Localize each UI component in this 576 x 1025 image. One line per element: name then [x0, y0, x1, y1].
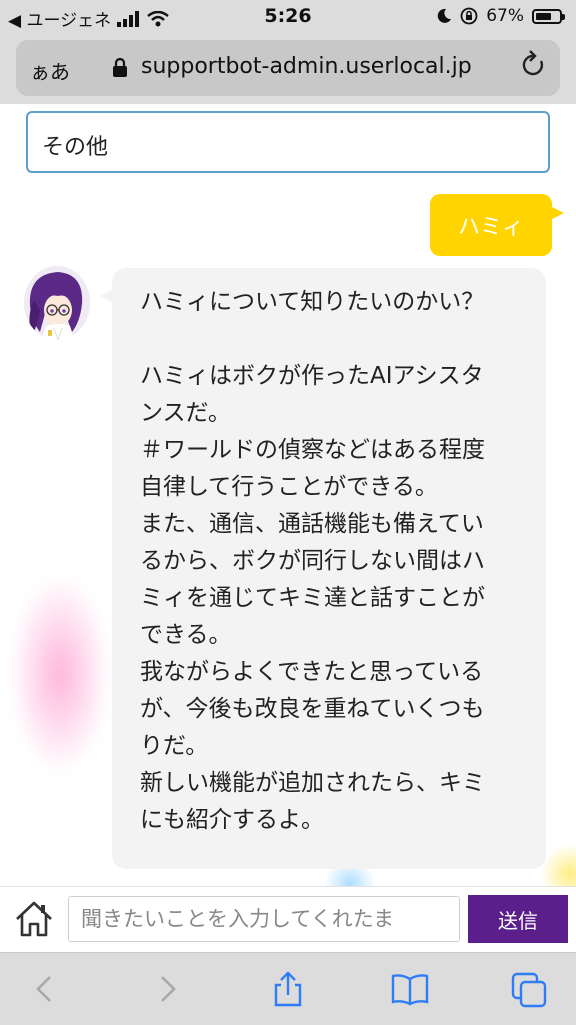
bookmarks-button[interactable] — [390, 971, 429, 1007]
chevron-right-icon — [161, 976, 176, 1002]
message-input-bar: 送信 — [0, 886, 576, 953]
bot-message-line: 新しい機能が追加されたら、キミ — [140, 770, 485, 796]
moon-icon — [437, 8, 452, 23]
user-message-text: ハミィ — [457, 215, 524, 240]
bot-message-line: また、通信、通話機能も備えてい — [140, 511, 484, 537]
bot-message-line: ＃ワールドの偵察などはある程度 — [140, 437, 485, 463]
status-bar: ◀ ユージェネ 5:26 67% — [0, 0, 576, 34]
browser-address-area: ぁあ supportbot-admin.userlocal.jp — [0, 34, 576, 104]
bot-message-line — [140, 321, 522, 358]
chat-page: その他 ハミィ ハミィについて知りたいのかい？ ハミィはボクが作ったAIアシスタ… — [0, 104, 576, 886]
chevron-left-icon — [36, 976, 51, 1002]
tabs-icon — [511, 972, 547, 1008]
message-input[interactable] — [68, 896, 460, 942]
share-icon — [274, 971, 302, 1007]
lock-icon — [112, 57, 128, 83]
bot-message-text: ハミィについて知りたいのかい？ ハミィはボクが作ったAIアシスタ ンスだ。 ＃ワール… — [140, 284, 522, 839]
background-decoration — [10, 574, 110, 774]
bot-avatar — [24, 266, 90, 340]
battery-icon — [532, 8, 565, 24]
bot-message-bubble: ハミィについて知りたいのかい？ ハミィはボクが作ったAIアシスタ ンスだ。 ＃ワール… — [100, 268, 546, 869]
reload-icon[interactable] — [520, 50, 546, 87]
book-icon — [391, 974, 429, 1006]
back-button[interactable] — [28, 971, 64, 1007]
text-size-button[interactable]: ぁあ — [30, 56, 70, 85]
bot-message-line: できる。 — [140, 622, 232, 648]
bot-message-line: ンスだ。 — [140, 400, 231, 426]
bot-message-line: にも紹介するよ。 — [140, 807, 324, 833]
bot-message-line: ハミィについて知りたいのかい？ — [140, 289, 485, 315]
address-bar[interactable]: ぁあ supportbot-admin.userlocal.jp — [16, 40, 560, 96]
bot-message-line: ミィを通じてキミ達と話すことが — [140, 585, 485, 611]
option-button-other[interactable]: その他 — [26, 111, 550, 173]
url-text: supportbot-admin.userlocal.jp — [141, 54, 472, 79]
bot-message-line: が、今後も改良を重ねていくつも — [140, 696, 485, 722]
bot-message-line: ハミィはボクが作ったAIアシスタ — [140, 363, 484, 389]
home-icon — [16, 901, 52, 937]
bot-message-line: るから、ボクが同行しない間はハ — [140, 548, 485, 574]
battery-level — [536, 12, 551, 20]
share-button[interactable] — [270, 971, 306, 1007]
battery-percent: 67% — [486, 6, 524, 26]
tabs-button[interactable] — [510, 971, 547, 1008]
bot-message-line: りだ。 — [140, 733, 209, 759]
forward-button[interactable] — [148, 971, 184, 1007]
rotation-lock-icon — [460, 7, 478, 25]
browser-toolbar — [0, 952, 576, 1025]
bot-message-line: 自律して行うことができる。 — [140, 474, 438, 500]
bot-message-line: 我ながらよくできたと思っている — [140, 659, 484, 685]
send-button[interactable]: 送信 — [468, 895, 568, 943]
home-button[interactable] — [14, 899, 54, 939]
user-message-bubble: ハミィ — [430, 194, 564, 256]
